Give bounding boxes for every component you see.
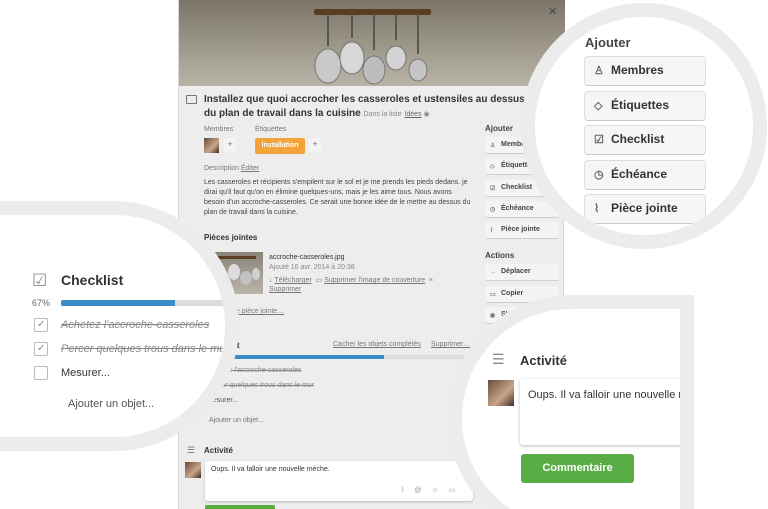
sidebar-actions-heading: Actions <box>485 251 515 260</box>
checklist-item-2[interactable]: Percer quelques trous dans le mur <box>207 382 314 389</box>
checklist-item-3[interactable]: Mesurer... <box>207 397 238 404</box>
pots-illustration <box>314 14 428 85</box>
zoom-add-item-link[interactable]: Ajouter un objet... <box>68 398 154 410</box>
download-link[interactable]: Télécharger <box>274 277 311 284</box>
attachment-filename: accroche-casseroles.jpg <box>269 254 345 261</box>
check-icon: ✓ <box>37 319 46 330</box>
label-installation[interactable]: Installation <box>255 138 305 154</box>
add-member-button[interactable]: + <box>224 138 236 152</box>
zoom-comment-text: Oups. Il va falloir une nouvelle mèche. <box>528 389 680 401</box>
list-prefix: Dans la liste <box>363 111 402 118</box>
list-link[interactable]: Idées <box>404 111 421 118</box>
eye-icon: ◉ <box>423 111 430 118</box>
checklist-progress-fill <box>204 355 384 359</box>
close-icon[interactable]: × <box>548 3 557 20</box>
activity-heading: Activité <box>204 446 233 455</box>
hide-completed-link[interactable]: Cacher les objets complétés <box>333 341 421 348</box>
checklist-progress-bar <box>204 355 472 359</box>
screenshot-stage: × Installez que quoi accrocher les casse… <box>0 0 768 509</box>
zoom-due-date-button[interactable]: ◷ Échéance <box>585 161 705 189</box>
check-icon: ✓ <box>37 343 46 354</box>
checkbox-icon: ☑ <box>594 134 604 146</box>
clock-icon: ◷ <box>594 169 604 181</box>
zoom-add-title: Ajouter <box>585 35 631 50</box>
person-icon: ♙ <box>490 143 496 149</box>
attachment-actions: ↓ Télécharger ▭ Supprimer l'image de cou… <box>269 276 433 284</box>
zoom-item-3[interactable]: Mesurer... <box>61 367 110 379</box>
paperclip-icon: ⌇ <box>490 228 493 234</box>
attachment-date: Ajouté 16 avr. 2014 à 20:38 <box>269 264 355 271</box>
remove-cover-link[interactable]: Supprimer l'image de couverture <box>324 277 425 284</box>
checkbox-icon: ☑ <box>490 186 496 192</box>
activity-icon: ☰ <box>492 351 505 367</box>
add-checklist-item-link[interactable]: Ajouter un objet… <box>209 417 265 424</box>
zoom-item-2-checkbox[interactable]: ✓ <box>34 342 48 356</box>
zoom-comment-input[interactable]: Oups. Il va falloir une nouvelle mèche. <box>520 379 680 445</box>
eye-icon: ◉ <box>490 313 496 319</box>
card-cover-image[interactable] <box>179 0 565 86</box>
member-avatar[interactable] <box>204 138 219 153</box>
attachments-heading: Pièces jointes <box>204 233 258 242</box>
description-text: Les casseroles et récipients s'empilent … <box>204 179 471 216</box>
zoom-item-1[interactable]: Achetez l'accroche-casseroles <box>61 319 209 331</box>
zoom-checklist-button[interactable]: ☑ Checklist <box>585 126 705 154</box>
zoom-checklist-title: Checklist <box>61 272 124 288</box>
zoom-attachment-button[interactable]: ⌇ Pièce jointe <box>585 195 705 223</box>
sidebar-due-date-button[interactable]: ◷ Échéance <box>485 201 559 217</box>
sidebar-copy-button[interactable]: ▭ Copier <box>485 286 559 302</box>
zoom-checklist-progress-fill <box>61 300 175 306</box>
comment-input[interactable]: Oups. Il va falloir une nouvelle mèche. <box>205 461 473 501</box>
zoom-checklist-progress-bar <box>61 300 225 306</box>
paperclip-icon: ⌇ <box>594 203 600 215</box>
zoom-comment-submit-button[interactable]: Commentaire <box>521 454 634 483</box>
zoom-add-bubble: Ajouter ♙ Membres ◇ Étiquettes ☑ Checklist … <box>535 17 753 235</box>
copy-icon: ▭ <box>490 292 496 298</box>
tag-icon: ◇ <box>594 100 603 112</box>
sidebar-checklist-button[interactable]: ☑ Checklist <box>485 180 559 196</box>
zoom-checklist-percent: 67% <box>32 298 51 308</box>
commenter-avatar <box>185 462 201 478</box>
sidebar-attachment-button[interactable]: ⌇ Pièce jointe <box>485 222 559 238</box>
labels-label: Étiquettes <box>255 126 287 133</box>
download-icon: ↓ <box>269 277 273 284</box>
description-label: Description Éditer <box>204 165 260 172</box>
activity-icon: ☰ <box>187 445 196 455</box>
edit-description-link[interactable]: Éditer <box>241 165 259 172</box>
tag-icon: ◇ <box>490 164 495 170</box>
paperclip-icon: ⌇ <box>188 232 193 242</box>
sidebar-move-button[interactable]: → Déplacer <box>485 264 559 280</box>
comment-tool-icons[interactable]: ⌇@☺▭ <box>401 486 465 494</box>
zoom-members-button[interactable]: ♙ Membres <box>585 57 705 85</box>
zoom-activity-bubble: ☰ Activité Oups. Il va falloir une nouve… <box>462 309 680 509</box>
arrow-right-icon: → <box>490 269 496 275</box>
zoom-checklist-bubble: ☑ Checklist 67% ✓ Achetez l'accroche-cas… <box>0 215 225 437</box>
delete-checklist-link[interactable]: Supprimer… <box>431 341 470 348</box>
remove-attachment-icon[interactable]: × <box>429 277 433 284</box>
image-icon: ▭ <box>315 277 323 284</box>
card-title[interactable]: Installez que quoi accrocher les cassero… <box>204 93 534 122</box>
delete-attachment-link[interactable]: Supprimer <box>269 286 301 293</box>
clock-icon: ◷ <box>490 207 496 213</box>
zoom-item-3-checkbox[interactable] <box>34 366 48 380</box>
zoom-activity-title: Activité <box>520 353 567 368</box>
sidebar-add-heading: Ajouter <box>485 124 513 133</box>
checklist-item-1[interactable]: Achetez l'accroche-casseroles <box>207 367 301 374</box>
comment-text: Oups. Il va falloir une nouvelle mèche. <box>211 466 330 473</box>
checklist-icon: ☑ <box>32 271 48 290</box>
zoom-commenter-avatar <box>488 380 514 406</box>
zoom-item-1-checkbox[interactable]: ✓ <box>34 318 48 332</box>
comment-submit-button[interactable] <box>205 505 275 509</box>
add-label-button[interactable]: + <box>309 138 321 152</box>
zoom-item-2[interactable]: Percer quelques trous dans le mur <box>61 343 225 355</box>
card-icon <box>186 95 197 104</box>
person-icon: ♙ <box>594 65 604 77</box>
members-label: Membres <box>204 126 234 133</box>
zoom-labels-button[interactable]: ◇ Étiquettes <box>585 92 705 120</box>
